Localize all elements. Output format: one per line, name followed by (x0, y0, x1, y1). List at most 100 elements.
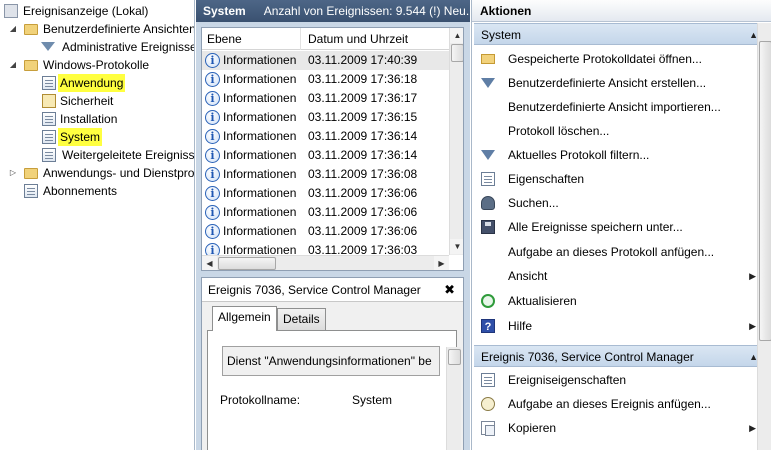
event-detail-title: Ereignis 7036, Service Control Manager ✖ (202, 278, 463, 302)
table-row[interactable]: i Informationen 03.11.2009 17:36:15 (202, 108, 449, 127)
tree-item-label: Anwendungs- und Dienstprotokolle (43, 166, 195, 180)
table-row[interactable]: i Informationen 03.11.2009 17:36:06 (202, 222, 449, 241)
folder-icon (24, 168, 38, 179)
information-icon: i (205, 53, 220, 68)
event-description[interactable]: Dienst "Anwendungsinformationen" be (222, 346, 440, 376)
navigation-tree: Ereignisanzeige (Lokal) ◢ Benutzerdefini… (0, 0, 195, 450)
table-row[interactable]: i Informationen 03.11.2009 17:36:18 (202, 70, 449, 89)
log-pane-header: System Anzahl von Ereignissen: 9.544 (!) … (196, 0, 470, 22)
action-item[interactable]: Suchen... (474, 191, 770, 215)
log-icon (42, 76, 56, 90)
expanded-arrow-icon[interactable]: ◢ (8, 20, 18, 38)
tree-item-setup[interactable]: Installation (0, 110, 194, 128)
event-level: Informationen (223, 110, 297, 124)
event-datetime: 03.11.2009 17:36:18 (308, 72, 418, 86)
action-label: Protokoll löschen... (508, 124, 610, 138)
event-list[interactable]: Ebene Datum und Uhrzeit i Informationen 03… (201, 27, 464, 271)
scroll-thumb[interactable] (448, 349, 461, 365)
tree-item-root[interactable]: Ereignisanzeige (Lokal) (0, 2, 194, 20)
event-count: Anzahl von Ereignissen: 9.544 (!) Neu... (263, 4, 470, 18)
event-viewer-icon (4, 4, 18, 18)
scroll-thumb[interactable] (759, 41, 771, 341)
event-detail-title-text: Ereignis 7036, Service Control Manager (208, 283, 421, 297)
expanded-arrow-icon[interactable]: ◢ (8, 56, 18, 74)
action-item[interactable]: Benutzerdefinierte Ansicht erstellen... (474, 71, 770, 95)
event-list-horizontal-scrollbar[interactable]: ◀ ▶ (202, 255, 449, 270)
refresh-icon (481, 294, 495, 308)
information-icon: i (205, 72, 220, 87)
section-event[interactable]: Ereignis 7036, Service Control Manager ▲ (474, 345, 770, 367)
table-row[interactable]: i Informationen 03.11.2009 17:36:17 (202, 89, 449, 108)
security-log-icon (42, 94, 56, 108)
event-level: Informationen (223, 224, 297, 238)
tree-item-system[interactable]: System (0, 128, 194, 146)
column-header-level[interactable]: Ebene (202, 28, 301, 50)
submenu-arrow-icon: ▶ (749, 321, 756, 331)
actions-vertical-scrollbar[interactable] (757, 23, 771, 450)
scroll-down-button[interactable]: ▼ (450, 239, 463, 254)
action-item[interactable]: ? Hilfe ▶ (474, 314, 770, 338)
action-item[interactable]: Gespeicherte Protokolldatei öffnen... (474, 47, 770, 71)
action-label: Aktualisieren (508, 294, 577, 308)
action-label: Gespeicherte Protokolldatei öffnen... (508, 52, 702, 66)
tree-item-windows-logs[interactable]: ◢ Windows-Protokolle (0, 56, 194, 74)
tree-item-forwarded[interactable]: Weitergeleitete Ereignisse (0, 146, 195, 164)
tab-details[interactable]: Details (277, 308, 326, 330)
protocol-name-label: Protokollname: (220, 393, 301, 407)
information-icon: i (205, 224, 220, 239)
table-row[interactable]: i Informationen 03.11.2009 17:36:08 (202, 165, 449, 184)
tree-item-apps-services[interactable]: ▷ Anwendungs- und Dienstprotokolle (0, 164, 195, 182)
action-label: Hilfe (508, 319, 533, 333)
event-datetime: 03.11.2009 17:40:39 (308, 53, 418, 67)
action-label: Aufgabe an dieses Protokoll anfügen... (508, 245, 715, 259)
help-icon: ? (481, 319, 495, 333)
action-item[interactable]: Aktualisieren (474, 289, 770, 313)
table-row[interactable]: i Informationen 03.11.2009 17:40:39 (202, 51, 449, 70)
log-icon (42, 112, 56, 126)
action-item[interactable]: Eigenschaften (474, 167, 770, 191)
section-system[interactable]: System ▲ (474, 23, 770, 45)
tree-item-security[interactable]: Sicherheit (0, 92, 194, 110)
close-icon[interactable]: ✖ (444, 278, 455, 302)
tree-item-label: Administrative Ereignisse (62, 40, 195, 54)
tree-item-subscriptions[interactable]: Abonnements (0, 182, 194, 200)
table-row[interactable]: i Informationen 03.11.2009 17:36:14 (202, 127, 449, 146)
action-label: Kopieren (508, 421, 557, 435)
action-item[interactable]: Aktuelles Protokoll filtern... (474, 143, 770, 167)
action-item[interactable]: Alle Ereignisse speichern unter... (474, 215, 770, 239)
tree-item-custom-views[interactable]: ◢ Benutzerdefinierte Ansichten (0, 20, 194, 38)
table-row[interactable]: i Informationen 03.11.2009 17:36:06 (202, 184, 449, 203)
action-item[interactable]: Aufgabe an dieses Protokoll anfügen... (474, 240, 770, 264)
scroll-thumb[interactable] (218, 257, 276, 270)
information-icon: i (205, 186, 220, 201)
scroll-thumb[interactable] (451, 44, 463, 62)
action-item[interactable]: Benutzerdefinierte Ansicht importieren..… (474, 95, 770, 119)
tree-item-label: Sicherheit (60, 94, 114, 108)
action-item[interactable]: Kopieren ▶ (474, 416, 770, 440)
action-item[interactable]: Ansicht ▶ (474, 264, 770, 288)
actions-header: Aktionen (472, 0, 771, 22)
table-row[interactable]: i Informationen 03.11.2009 17:36:14 (202, 146, 449, 165)
action-item[interactable]: Protokoll löschen... (474, 119, 770, 143)
action-item[interactable]: Aufgabe an dieses Ereignis anfügen... (474, 392, 770, 416)
scroll-right-button[interactable]: ▶ (434, 256, 449, 270)
information-icon: i (205, 91, 220, 106)
tree-item-application[interactable]: Anwendung (0, 74, 194, 92)
tree-item-label: Ereignisanzeige (Lokal) (23, 4, 149, 18)
binoculars-icon (481, 196, 495, 210)
tree-item-admin-events[interactable]: Administrative Ereignisse (0, 38, 195, 56)
properties-icon (481, 373, 495, 387)
event-list-vertical-scrollbar[interactable]: ▲ ▼ (449, 28, 463, 255)
action-item[interactable]: Ereigniseigenschaften (474, 368, 770, 392)
table-row[interactable]: i Informationen 03.11.2009 17:36:06 (202, 203, 449, 222)
column-header-datetime[interactable]: Datum und Uhrzeit (302, 28, 408, 50)
collapsed-arrow-icon[interactable]: ▷ (8, 164, 18, 182)
tree-item-label: Weitergeleitete Ereignisse (62, 148, 195, 162)
tab-general[interactable]: Allgemein (212, 306, 277, 331)
tree-item-label: Anwendung (58, 74, 126, 92)
scroll-left-button[interactable]: ◀ (202, 256, 217, 270)
event-list-header: Ebene Datum und Uhrzeit (202, 28, 449, 50)
information-icon: i (205, 129, 220, 144)
scroll-up-button[interactable]: ▲ (450, 28, 463, 43)
detail-vertical-scrollbar[interactable] (446, 347, 461, 450)
